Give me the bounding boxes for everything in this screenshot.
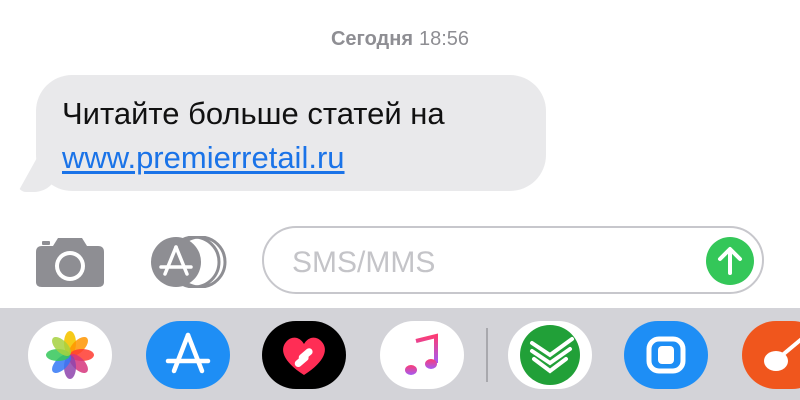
tray-app-garageband[interactable] [742,321,800,389]
heart-icon [283,337,325,375]
sticker-app-icon [646,336,686,374]
app-store-button[interactable] [150,235,228,289]
app-store-icon [165,332,211,374]
tray-app-sberbank[interactable] [508,321,592,389]
message-input-placeholder: SMS/MMS [292,246,436,279]
photos-icon [46,331,94,379]
arrow-up-icon [718,247,742,275]
app-store-icon [151,235,227,289]
sberbank-logo-icon [520,325,580,385]
app-drawer [0,308,800,400]
send-button[interactable] [706,237,754,285]
message-input[interactable]: SMS/MMS [262,226,764,294]
music-note-icon [405,333,438,375]
message-timestamp: Сегодня 18:56 [0,28,800,51]
message-body: Читайте больше статей на [62,96,445,131]
tray-app-music[interactable] [380,321,464,389]
timestamp-time: 18:56 [418,28,470,50]
message-link[interactable]: www.premierretail.ru [62,140,345,175]
tray-app-digital-touch[interactable] [262,321,346,389]
tray-app-app-store[interactable] [146,321,230,389]
timestamp-day: Сегодня [330,28,413,50]
camera-button[interactable] [34,232,106,288]
tray-app-sticker[interactable] [624,321,708,389]
message-text: Читайте больше статей на www.premierreta… [62,92,532,180]
tray-separator [486,328,488,382]
guitar-icon [764,337,800,371]
tray-app-photos[interactable] [28,321,112,389]
camera-icon [36,238,104,287]
